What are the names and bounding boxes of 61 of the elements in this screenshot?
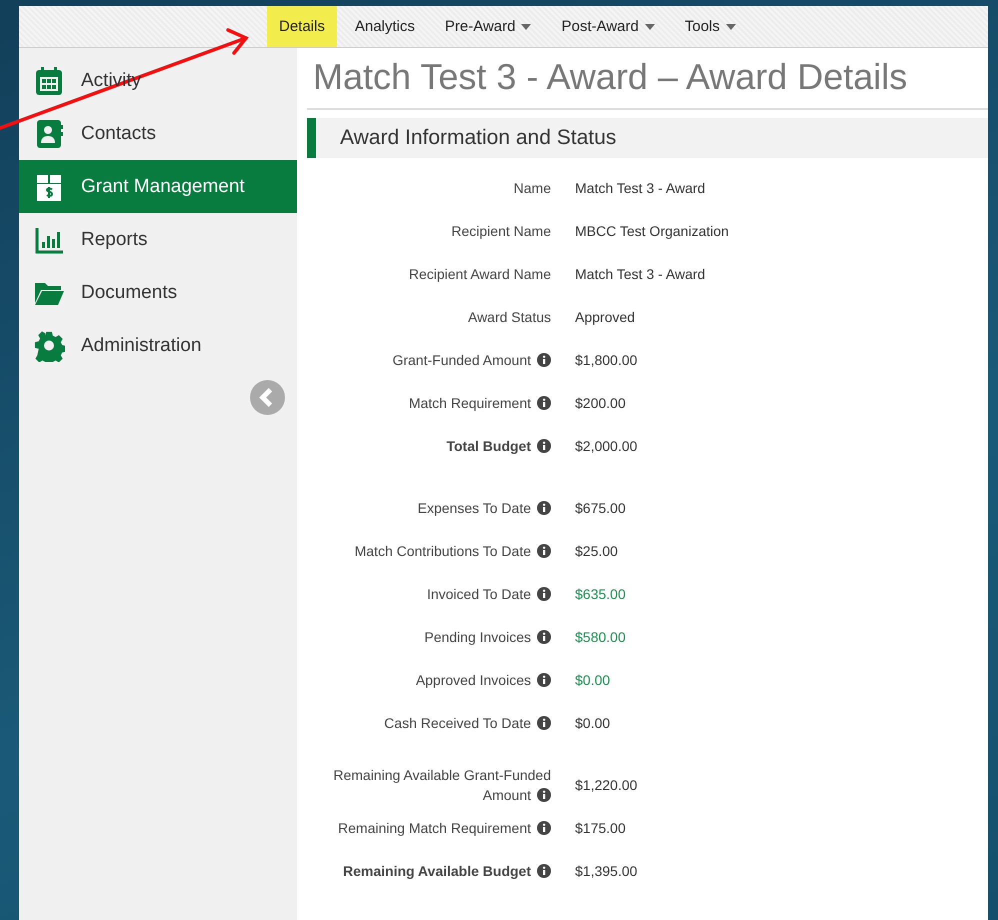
sidebar-item[interactable]: Documents (19, 266, 297, 319)
info-icon[interactable] (537, 396, 551, 410)
info-icon[interactable] (537, 544, 551, 558)
field-value: $25.00 (575, 542, 619, 558)
info-icon[interactable] (537, 500, 551, 514)
sidebar-item[interactable]: Reports (19, 213, 297, 266)
field-label: Invoiced To Date (307, 584, 551, 604)
info-icon[interactable] (537, 788, 551, 802)
field-value: $175.00 (575, 820, 627, 836)
nav-tab[interactable]: Analytics (342, 6, 427, 47)
field-label: Expenses To Date (307, 498, 551, 518)
field-value: Approved (575, 308, 636, 324)
field-label: Recipient Award Name (408, 264, 551, 284)
field-label: Total Budget (307, 436, 551, 456)
section-header: Award Information and Status (307, 118, 988, 158)
nav-tab[interactable]: Details (267, 6, 337, 47)
field-label: Pending Invoices (307, 626, 551, 646)
caret-icon (521, 24, 532, 30)
field-label: Remaining Match Requirement (307, 818, 551, 838)
field-label: Cash Received To Date (307, 712, 551, 732)
field-value: Match Test 3 - Award (575, 180, 706, 196)
nav-tab[interactable]: Pre-Award (432, 6, 544, 47)
info-icon[interactable] (537, 864, 551, 878)
field-label: Match Requirement (307, 392, 551, 412)
info-icon[interactable] (537, 586, 551, 600)
field-label: Recipient Name (450, 222, 551, 240)
field-value: $635.00 (575, 586, 627, 602)
sidebar-item[interactable]: Grant Management (19, 160, 297, 213)
info-icon[interactable] (537, 716, 551, 730)
field-value: Match Test 3 - Award (575, 266, 706, 282)
page-title: Match Test 3 - Award – Award Details (307, 56, 988, 110)
info-icon[interactable] (537, 438, 551, 452)
calendar-icon (33, 64, 65, 96)
field-value: $2,000.00 (575, 438, 638, 454)
field-label: Approved Invoices (307, 670, 551, 690)
field-label: Remaining Available Budget (307, 860, 551, 880)
settings-icon (33, 330, 65, 362)
sidebar-item[interactable]: Contacts (19, 107, 297, 160)
info-icon[interactable] (537, 630, 551, 644)
info-icon[interactable] (537, 820, 551, 834)
field-label: Remaining Available Grant-Funded Amount (332, 766, 551, 804)
field-value: $0.00 (575, 672, 612, 688)
nav-tab[interactable]: Tools (672, 6, 748, 47)
caret-icon (644, 24, 655, 30)
field-value: $580.00 (575, 628, 627, 644)
field-value: $675.00 (575, 500, 627, 516)
field-value: $1,800.00 (575, 352, 638, 368)
info-icon[interactable] (537, 352, 551, 366)
field-label: Name (512, 178, 551, 198)
sidebar-item[interactable]: Administration (19, 319, 297, 372)
field-value: $200.00 (575, 394, 627, 410)
field-label: Award Status (466, 308, 551, 326)
caret-icon (726, 24, 736, 30)
field-label: Grant-Funded Amount (307, 350, 551, 370)
field-value: MBCC Test Organization (575, 222, 730, 238)
field-value: $1,395.00 (575, 862, 638, 878)
field-label: Match Contributions To Date (307, 540, 551, 560)
info-icon[interactable] (537, 672, 551, 686)
field-value: $1,220.00 (575, 776, 638, 792)
nav-tab[interactable]: Post-Award (549, 6, 667, 47)
field-value: $0.00 (575, 714, 612, 730)
